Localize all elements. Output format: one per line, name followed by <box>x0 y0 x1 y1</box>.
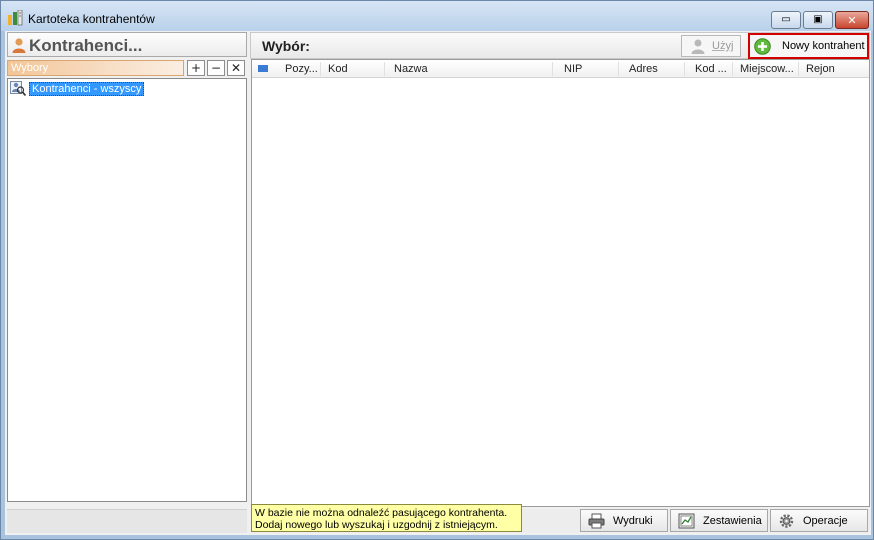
column-divider <box>552 62 553 76</box>
selection-title: Wybór: <box>262 38 310 54</box>
selections-bar[interactable]: Wybory <box>7 60 184 76</box>
person-icon <box>12 38 26 53</box>
column-header-address[interactable]: Adres <box>629 63 658 75</box>
reports-button[interactable]: Zestawienia <box>670 509 768 532</box>
printer-icon <box>588 513 605 528</box>
column-header-name[interactable]: Nazwa <box>394 63 428 75</box>
column-divider <box>618 62 619 76</box>
use-label: Użyj <box>712 40 734 52</box>
hint-tooltip: W bazie nie można odnaleźć pasującego ko… <box>251 504 522 532</box>
left-status-bar <box>7 509 247 533</box>
column-header-code[interactable]: Kod <box>328 63 348 75</box>
maximize-icon: ▣ <box>813 14 823 25</box>
title-bar[interactable]: Kartoteka kontrahentów ▭ ▣ ✕ <box>1 1 873 31</box>
minus-icon: − <box>210 61 222 75</box>
operations-label: Operacje <box>803 514 848 527</box>
left-panel-header: Kontrahenci... <box>7 32 247 57</box>
close-selection-button[interactable]: ✕ <box>227 60 245 76</box>
main-window: Kartoteka kontrahentów ▭ ▣ ✕ Kontrahenci… <box>0 0 874 540</box>
tree-item-label: Kontrahenci - wszyscy <box>29 81 145 96</box>
operations-button[interactable]: Operacje <box>770 509 868 532</box>
use-button[interactable]: Użyj <box>681 35 741 57</box>
column-header-postal-code[interactable]: Kod ... <box>695 63 727 75</box>
column-divider <box>732 62 733 76</box>
column-divider <box>798 62 799 76</box>
person-gray-icon <box>691 39 705 54</box>
remove-selection-button[interactable]: − <box>207 60 225 76</box>
gear-icon <box>779 513 794 528</box>
column-header-region[interactable]: Rejon <box>806 63 835 75</box>
bottom-toolbar: W bazie nie można odnaleźć pasującego ko… <box>251 504 870 533</box>
selections-label: Wybory <box>11 62 49 74</box>
maximize-button[interactable]: ▣ <box>803 11 833 29</box>
prints-label: Wydruki <box>613 514 653 527</box>
close-icon: ✕ <box>230 61 242 75</box>
hint-line: Dodaj nowego lub wyszukaj i uzgodnij z i… <box>255 519 498 531</box>
column-divider <box>684 62 685 76</box>
close-icon: ✕ <box>847 13 857 27</box>
app-icon <box>8 10 23 26</box>
reports-label: Zestawienia <box>703 514 762 527</box>
right-toolbar: Wybór: Użyj Nowy kontrahent <box>250 32 870 59</box>
column-header-city[interactable]: Miejscow... <box>740 63 794 75</box>
new-contractor-label: Nowy kontrahent <box>782 40 865 52</box>
column-header-position[interactable]: Pozy... <box>285 63 318 75</box>
column-divider <box>384 62 385 76</box>
window-title: Kartoteka kontrahentów <box>28 12 155 26</box>
close-button[interactable]: ✕ <box>835 11 869 29</box>
column-divider <box>320 62 321 76</box>
minimize-button[interactable]: ▭ <box>771 11 801 29</box>
minimize-icon: ▭ <box>781 14 791 25</box>
hint-line: W bazie nie można odnaleźć pasującego ko… <box>255 507 508 519</box>
chart-report-icon <box>678 513 695 528</box>
tree-item-all-contractors[interactable]: Kontrahenci - wszyscy <box>10 81 145 96</box>
new-contractor-button[interactable]: Nowy kontrahent <box>748 33 869 59</box>
column-header-nip[interactable]: NIP <box>564 63 582 75</box>
plus-icon: + <box>190 61 202 75</box>
client-area: Kontrahenci... Wybory + − ✕ Kontrahenci … <box>5 31 871 535</box>
prints-button[interactable]: Wydruki <box>580 509 668 532</box>
row-marker-icon <box>258 65 268 72</box>
add-selection-button[interactable]: + <box>187 60 205 76</box>
table-header: Pozy... Kod Nazwa NIP Adres Kod ... Miej… <box>252 60 869 78</box>
selections-tree[interactable]: Kontrahenci - wszyscy <box>7 78 247 502</box>
contractors-table[interactable]: Pozy... Kod Nazwa NIP Adres Kod ... Miej… <box>251 59 870 507</box>
plus-circle-icon <box>754 37 771 55</box>
search-person-icon <box>10 81 26 96</box>
left-panel-title: Kontrahenci... <box>29 36 143 55</box>
